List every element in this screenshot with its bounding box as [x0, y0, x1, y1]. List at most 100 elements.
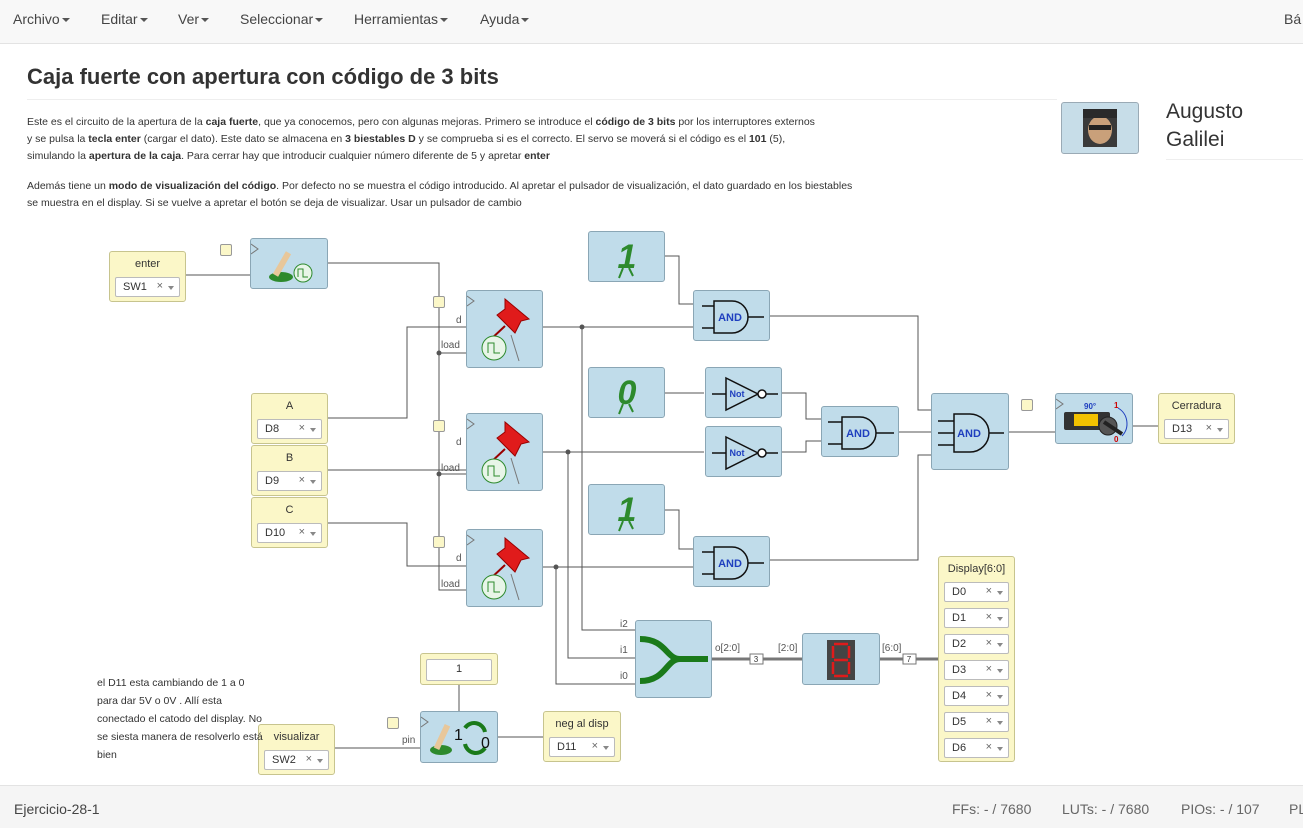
input-enter-pin-select[interactable]: SW1 × — [115, 277, 180, 297]
svg-text:0: 0 — [1114, 435, 1119, 444]
output-neg-pin-select[interactable]: D11 × — [549, 737, 615, 757]
constant-value[interactable]: 1 — [426, 659, 492, 681]
pin-icon — [466, 534, 531, 601]
and-gate-icon: AND — [702, 300, 764, 334]
display-pin-select[interactable]: D1 × — [944, 608, 1009, 628]
input-a[interactable]: A D8 × — [251, 393, 328, 444]
and-gate-icon: AND — [938, 413, 1004, 453]
and-gate-1[interactable]: AND — [693, 290, 770, 341]
output-cerradura-pin-select[interactable]: D13 × — [1164, 419, 1229, 439]
port-pin: pin — [402, 735, 416, 746]
param-box[interactable] — [433, 420, 445, 432]
port-in-bus: [2:0] — [778, 643, 798, 654]
input-b-pin-select[interactable]: D9 × — [257, 471, 322, 491]
bus-join-icon — [639, 636, 708, 684]
not-gate-icon: Not — [712, 435, 778, 471]
input-c[interactable]: C D10 × — [251, 497, 328, 548]
servo-block[interactable]: 90° 1 0 — [1055, 393, 1133, 444]
output-display-label: Display[6:0] — [947, 563, 1006, 575]
dropdown-icon — [997, 721, 1003, 725]
and-gate-2[interactable]: AND — [693, 536, 770, 587]
input-visualizar[interactable]: visualizar SW2 × — [258, 724, 335, 775]
input-c-label: C — [285, 504, 294, 516]
constant-one-icon: 1 — [618, 238, 636, 279]
svg-text:1: 1 — [618, 491, 637, 529]
input-c-pin-select[interactable]: D10 × — [257, 523, 322, 543]
output-display[interactable]: Display[6:0] D0 × D1 × D2 × D3 × D4 × D5 × D6 × — [938, 556, 1015, 762]
input-a-label: A — [285, 400, 294, 412]
dropdown-icon — [997, 591, 1003, 595]
display-pin-select[interactable]: D2 × — [944, 634, 1009, 654]
not-gate-icon: Not — [712, 376, 778, 412]
dropdown-icon — [1217, 428, 1223, 432]
status-bar: Ejercicio-28-1 FFs: - / 7680 LUTs: - / 7… — [0, 785, 1303, 828]
toggle-icon: 1 0 — [420, 716, 490, 755]
display-pin-select[interactable]: D5 × — [944, 712, 1009, 732]
input-a-pin-select[interactable]: D8 × — [257, 419, 322, 439]
svg-text:Not: Not — [730, 389, 745, 399]
dropdown-icon — [310, 480, 316, 484]
and-gate-icon: AND — [828, 416, 894, 450]
dropdown-icon — [603, 746, 609, 750]
display-pin-select[interactable]: D4 × — [944, 686, 1009, 706]
port-i1: i1 — [620, 645, 628, 656]
svg-text:AND: AND — [846, 428, 870, 440]
constant-zero-icon: 0 — [618, 374, 637, 415]
ffs-counter: FFs: - / 7680 — [952, 801, 1032, 817]
dropdown-icon — [168, 286, 174, 290]
bus-join-block[interactable] — [635, 620, 712, 698]
constant-zero[interactable]: 0 — [588, 367, 665, 418]
input-b[interactable]: B D9 × — [251, 445, 328, 496]
pios-counter: PIOs: - / 107 — [1181, 801, 1260, 817]
svg-text:1: 1 — [454, 727, 463, 744]
output-neg-al-disp[interactable]: neg al disp D11 × — [543, 711, 621, 762]
svg-text:AND: AND — [718, 558, 742, 570]
constant-param-block[interactable]: 1 — [420, 653, 498, 685]
dropdown-icon — [310, 532, 316, 536]
not-gate-2[interactable]: Not — [705, 426, 782, 477]
output-cerradura[interactable]: Cerradura D13 × — [1158, 393, 1235, 444]
and-gate-3-input[interactable]: AND — [931, 393, 1009, 470]
dff-b[interactable] — [466, 413, 543, 491]
dff-a[interactable] — [466, 290, 543, 368]
input-b-label: B — [285, 452, 294, 464]
port-i0: i0 — [620, 671, 628, 682]
output-neg-label: neg al disp — [555, 718, 609, 730]
svg-text:0: 0 — [618, 374, 637, 412]
pin-icon — [466, 418, 531, 485]
param-box[interactable] — [220, 244, 232, 256]
input-visualizar-pin-select[interactable]: SW2 × — [264, 750, 329, 770]
param-box[interactable] — [433, 296, 445, 308]
info-note[interactable]: el D11 esta cambiando de 1 a 0 para dar … — [97, 674, 267, 764]
button-pulse-icon — [250, 243, 313, 283]
not-gate-1[interactable]: Not — [705, 367, 782, 418]
port-out-bus-7: [6:0] — [882, 643, 902, 654]
svg-text:90°: 90° — [1084, 402, 1096, 411]
input-enter[interactable]: enter SW1 × — [109, 251, 186, 302]
seven-segment-decoder[interactable] — [802, 633, 880, 685]
param-box[interactable] — [387, 717, 399, 729]
dropdown-icon — [997, 747, 1003, 751]
toggle-block[interactable]: 1 0 — [420, 711, 498, 763]
pulse-button-block[interactable] — [250, 238, 328, 289]
dropdown-icon — [997, 669, 1003, 673]
constant-one-bottom[interactable]: 1 — [588, 484, 665, 535]
display-pin-select[interactable]: D0 × — [944, 582, 1009, 602]
input-visualizar-label: visualizar — [273, 731, 320, 743]
bus-width-3: 3 — [754, 655, 759, 664]
constant-one-top[interactable]: 1 — [588, 231, 665, 282]
param-box[interactable] — [1021, 399, 1033, 411]
port-load: load — [441, 463, 460, 474]
and-gate-icon: AND — [702, 546, 764, 580]
and-gate-3[interactable]: AND — [821, 406, 899, 457]
port-d: d — [456, 437, 462, 448]
dropdown-icon — [310, 428, 316, 432]
svg-text:1: 1 — [1114, 401, 1119, 410]
dropdown-icon — [997, 643, 1003, 647]
dff-c[interactable] — [466, 529, 543, 607]
display-pin-select[interactable]: D6 × — [944, 738, 1009, 758]
port-i2: i2 — [620, 619, 628, 630]
display-pin-select[interactable]: D3 × — [944, 660, 1009, 680]
param-box[interactable] — [433, 536, 445, 548]
svg-text:0: 0 — [481, 735, 490, 752]
